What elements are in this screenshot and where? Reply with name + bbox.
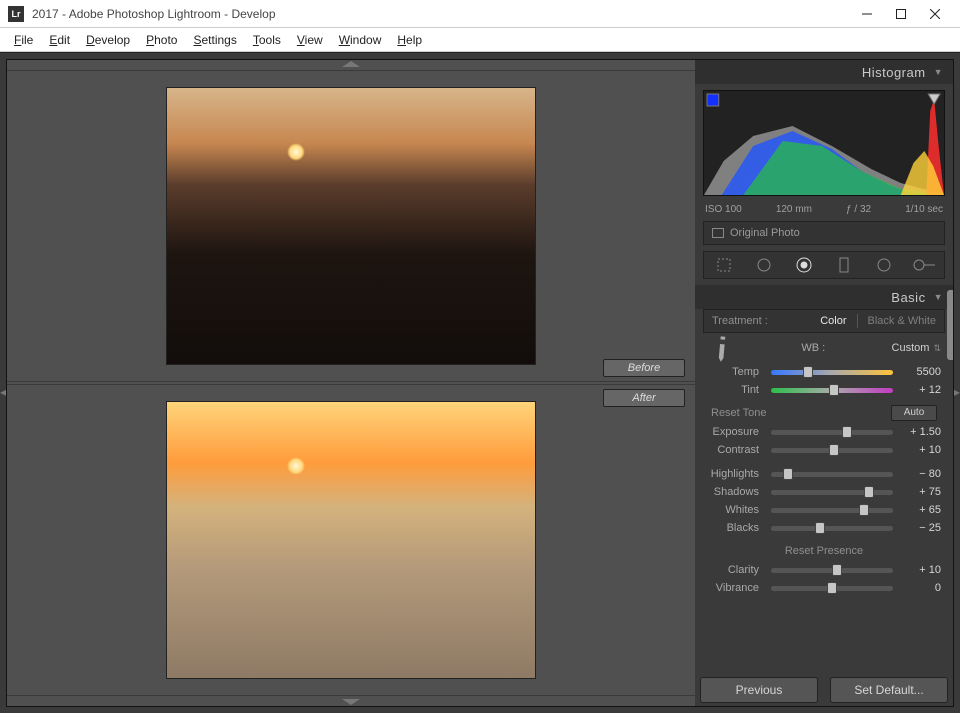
set-default-button[interactable]: Set Default...: [830, 677, 948, 703]
histo-focal: 120 mm: [776, 204, 812, 215]
after-photo: [166, 401, 536, 679]
gradient-tool[interactable]: [831, 254, 857, 276]
blacks-slider[interactable]: Blacks − 25: [703, 519, 945, 537]
shadows-slider[interactable]: Shadows + 75: [703, 483, 945, 501]
histo-iso: ISO 100: [705, 204, 742, 215]
image-canvas: Before After: [7, 60, 695, 706]
after-view[interactable]: After: [7, 384, 695, 696]
top-panel-toggle[interactable]: [7, 60, 695, 68]
menu-develop[interactable]: Develop: [78, 33, 138, 47]
wb-label: WB :: [735, 342, 892, 354]
before-view[interactable]: Before: [7, 70, 695, 382]
spot-tool[interactable]: [751, 254, 777, 276]
wb-updown-icon[interactable]: ⇅: [933, 343, 941, 354]
before-photo: [166, 87, 536, 365]
radial-tool[interactable]: [871, 254, 897, 276]
eyedropper-icon[interactable]: [704, 330, 741, 367]
basic-header[interactable]: Basic ▼: [695, 285, 953, 309]
menu-window[interactable]: Window: [331, 33, 390, 47]
temp-slider[interactable]: Temp 5500: [703, 363, 945, 381]
tool-strip: [703, 251, 945, 279]
auto-tone-button[interactable]: Auto: [891, 405, 937, 421]
menu-photo[interactable]: Photo: [138, 33, 185, 47]
menu-tools[interactable]: Tools: [245, 33, 289, 47]
after-label: After: [603, 389, 685, 407]
window-title: 2017 - Adobe Photoshop Lightroom - Devel…: [32, 7, 850, 21]
menu-view[interactable]: View: [289, 33, 331, 47]
close-button[interactable]: [918, 0, 952, 28]
menu-settings[interactable]: Settings: [185, 33, 244, 47]
panel-footer: Previous Set Default...: [700, 677, 948, 703]
chevron-down-icon: ▼: [934, 292, 943, 302]
tint-slider[interactable]: Tint + 12: [703, 381, 945, 399]
panel-scrollbar[interactable]: [947, 290, 953, 360]
menu-help[interactable]: Help: [389, 33, 430, 47]
clarity-slider[interactable]: Clarity + 10: [703, 561, 945, 579]
treatment-row: Treatment : Color Black & White: [703, 309, 945, 333]
basic-panel: Treatment : Color Black & White WB : Cus…: [703, 309, 945, 597]
wb-dropdown[interactable]: Custom: [892, 342, 930, 354]
highlights-slider[interactable]: Highlights − 80: [703, 465, 945, 483]
crop-tool[interactable]: [711, 254, 737, 276]
reset-tone-label[interactable]: Reset Tone: [711, 407, 766, 419]
original-photo-label: Original Photo: [730, 227, 800, 239]
menubar: File Edit Develop Photo Settings Tools V…: [0, 28, 960, 52]
histogram-header[interactable]: Histogram ▼: [695, 60, 953, 84]
minimize-button[interactable]: [850, 0, 884, 28]
histogram-meta: ISO 100 120 mm ƒ / 32 1/10 sec: [695, 200, 953, 221]
app-icon: Lr: [8, 6, 24, 22]
treatment-label: Treatment :: [712, 315, 768, 327]
menu-file[interactable]: File: [6, 33, 41, 47]
vibrance-slider[interactable]: Vibrance 0: [703, 579, 945, 597]
right-panel: Histogram ▼ ISO 100 120 mm ƒ / 32 1/10 se…: [695, 60, 953, 706]
wb-row: WB : Custom ⇅: [703, 333, 945, 363]
brush-tool[interactable]: [911, 254, 937, 276]
exposure-slider[interactable]: Exposure + 1.50: [703, 423, 945, 441]
redeye-tool[interactable]: [791, 254, 817, 276]
histo-shutter: 1/10 sec: [905, 204, 943, 215]
titlebar: Lr 2017 - Adobe Photoshop Lightroom - De…: [0, 0, 960, 28]
original-photo-checkbox[interactable]: [712, 228, 724, 238]
whites-slider[interactable]: Whites + 65: [703, 501, 945, 519]
maximize-button[interactable]: [884, 0, 918, 28]
treatment-color[interactable]: Color: [820, 315, 846, 327]
basic-header-label: Basic: [891, 290, 925, 305]
histo-aperture: ƒ / 32: [846, 204, 871, 215]
original-photo-row[interactable]: Original Photo: [703, 221, 945, 245]
contrast-slider[interactable]: Contrast + 10: [703, 441, 945, 459]
reset-tone-row: Reset Tone Auto: [703, 403, 945, 423]
chevron-down-icon: ▼: [934, 67, 943, 77]
app-body: ◂ ▸ Before After Histogram▼: [0, 52, 960, 713]
bottom-panel-toggle[interactable]: [7, 698, 695, 706]
histogram-header-label: Histogram: [862, 65, 926, 80]
previous-button[interactable]: Previous: [700, 677, 818, 703]
treatment-bw[interactable]: Black & White: [868, 315, 936, 327]
before-label: Before: [603, 359, 685, 377]
histogram[interactable]: [703, 90, 945, 196]
reset-presence-row[interactable]: Reset Presence: [703, 541, 945, 561]
menu-edit[interactable]: Edit: [41, 33, 78, 47]
